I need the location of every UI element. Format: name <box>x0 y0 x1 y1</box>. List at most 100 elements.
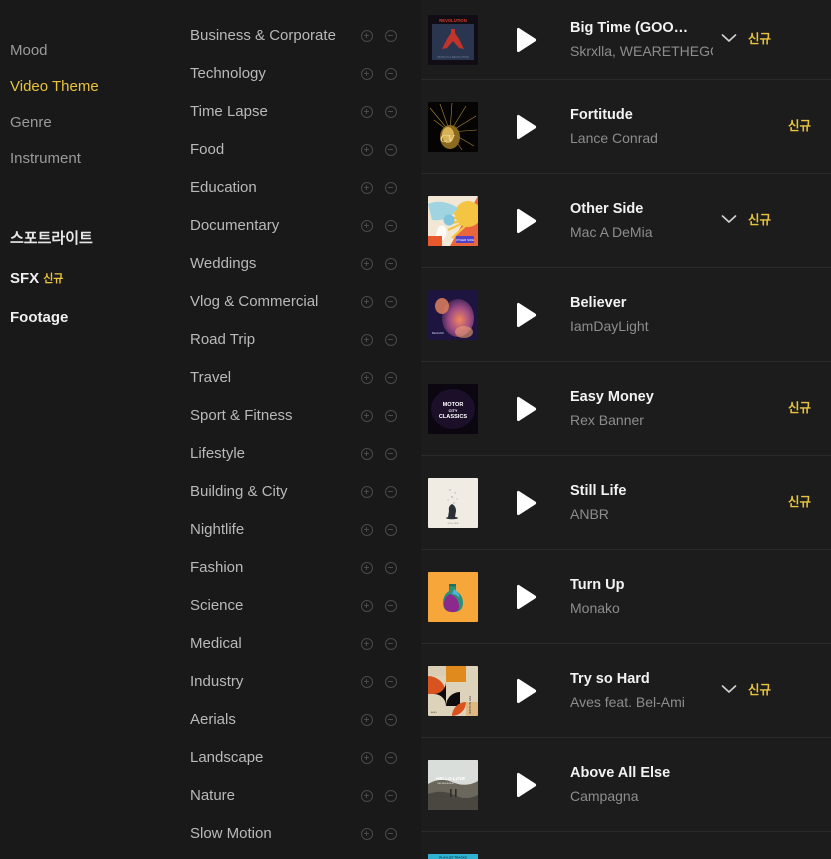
track-artist[interactable]: Skrxlla, WEARETHEGOOD <box>570 42 713 61</box>
track-title[interactable]: Other Side <box>570 200 713 219</box>
category-row[interactable]: Weddings <box>190 254 421 274</box>
track-title[interactable]: Fortitude <box>570 106 713 125</box>
track-title[interactable]: Easy Money <box>570 388 713 407</box>
plus-circle-icon[interactable] <box>361 486 373 498</box>
plus-circle-icon[interactable] <box>361 296 373 308</box>
category-row[interactable]: Aerials <box>190 710 421 730</box>
track-artist[interactable]: Rex Banner <box>570 411 713 430</box>
track-row[interactable]: STILL LIFE Still Life ANBR 신규 <box>421 456 831 550</box>
plus-circle-icon[interactable] <box>361 828 373 840</box>
track-row[interactable]: MOTOR CITY CLASSICS Easy Money Rex Banner 신규 <box>421 362 831 456</box>
minus-circle-icon[interactable] <box>385 752 397 764</box>
category-row[interactable]: Science <box>190 596 421 616</box>
track-title[interactable]: Believer <box>570 294 713 313</box>
track-row[interactable]: REVOLUTION MUSIC IS A REVOLUTION Big Time … <box>421 0 831 80</box>
plus-circle-icon[interactable] <box>361 106 373 118</box>
track-artist[interactable]: IamDayLight <box>570 317 713 336</box>
minus-circle-icon[interactable] <box>385 714 397 726</box>
play-icon[interactable] <box>506 671 546 711</box>
category-row[interactable]: Vlog & Commercial <box>190 292 421 312</box>
minus-circle-icon[interactable] <box>385 600 397 612</box>
category-row[interactable]: Road Trip <box>190 330 421 350</box>
category-row[interactable]: Time Lapse <box>190 102 421 122</box>
play-icon[interactable] <box>506 20 546 60</box>
sidebar-filter-genre[interactable]: Genre <box>10 114 180 132</box>
play-icon[interactable] <box>506 389 546 429</box>
chevron-down-icon[interactable] <box>719 209 739 229</box>
spotlight-item-footage[interactable]: Footage <box>10 309 180 327</box>
sidebar-filter-instrument[interactable]: Instrument <box>10 150 180 168</box>
plus-circle-icon[interactable] <box>361 68 373 80</box>
sidebar-filter-mood[interactable]: Mood <box>10 42 180 60</box>
minus-circle-icon[interactable] <box>385 258 397 270</box>
plus-circle-icon[interactable] <box>361 30 373 42</box>
minus-circle-icon[interactable] <box>385 524 397 536</box>
plus-circle-icon[interactable] <box>361 524 373 536</box>
track-artist[interactable]: Mac A DeMia <box>570 223 713 242</box>
minus-circle-icon[interactable] <box>385 68 397 80</box>
category-row[interactable]: Medical <box>190 634 421 654</box>
category-row[interactable]: Sport & Fitness <box>190 406 421 426</box>
category-row[interactable]: Documentary <box>190 216 421 236</box>
plus-circle-icon[interactable] <box>361 562 373 574</box>
category-row[interactable]: Slow Motion <box>190 824 421 844</box>
plus-circle-icon[interactable] <box>361 182 373 194</box>
category-row[interactable]: Nature <box>190 786 421 806</box>
minus-circle-icon[interactable] <box>385 220 397 232</box>
category-row[interactable]: Building & City <box>190 482 421 502</box>
track-title[interactable]: Still Life <box>570 482 713 501</box>
play-icon[interactable] <box>506 577 546 617</box>
play-icon[interactable] <box>506 765 546 805</box>
category-row[interactable]: Landscape <box>190 748 421 768</box>
track-title[interactable]: Above All Else <box>570 764 713 783</box>
minus-circle-icon[interactable] <box>385 448 397 460</box>
category-row[interactable]: Nightlife <box>190 520 421 540</box>
minus-circle-icon[interactable] <box>385 182 397 194</box>
track-row[interactable]: OTHER SIDE Other Side Mac A DeMia 신규 <box>421 174 831 268</box>
category-row[interactable]: Travel <box>190 368 421 388</box>
track-row[interactable]: Turn Up Monako 신규 <box>421 550 831 644</box>
sidebar-filter-video-theme[interactable]: Video Theme <box>10 78 180 96</box>
plus-circle-icon[interactable] <box>361 220 373 232</box>
track-row[interactable]: CV Fortitude Lance Conrad 신규 <box>421 80 831 174</box>
category-row[interactable]: Business & Corporate <box>190 26 421 46</box>
minus-circle-icon[interactable] <box>385 334 397 346</box>
plus-circle-icon[interactable] <box>361 372 373 384</box>
category-row[interactable]: Education <box>190 178 421 198</box>
category-row[interactable]: Fashion <box>190 558 421 578</box>
track-row[interactable]: HELLO LOVE THE NEW ALBUM Above All Else Cam… <box>421 738 831 832</box>
minus-circle-icon[interactable] <box>385 144 397 156</box>
category-row[interactable]: Lifestyle <box>190 444 421 464</box>
minus-circle-icon[interactable] <box>385 676 397 688</box>
plus-circle-icon[interactable] <box>361 448 373 460</box>
minus-circle-icon[interactable] <box>385 372 397 384</box>
plus-circle-icon[interactable] <box>361 334 373 346</box>
chevron-down-icon[interactable] <box>719 28 739 48</box>
track-title[interactable]: Big Time (GOO… <box>570 19 713 38</box>
play-icon[interactable] <box>506 483 546 523</box>
track-artist[interactable]: Aves feat. Bel-Ami <box>570 693 713 712</box>
track-row[interactable]: BELIEVER Believer IamDayLight 신규 <box>421 268 831 362</box>
plus-circle-icon[interactable] <box>361 144 373 156</box>
track-title[interactable]: Try so Hard <box>570 670 713 689</box>
track-artist[interactable]: Lance Conrad <box>570 129 713 148</box>
plus-circle-icon[interactable] <box>361 410 373 422</box>
plus-circle-icon[interactable] <box>361 676 373 688</box>
plus-circle-icon[interactable] <box>361 714 373 726</box>
minus-circle-icon[interactable] <box>385 638 397 650</box>
plus-circle-icon[interactable] <box>361 258 373 270</box>
track-row[interactable]: PLAYLIST TRACKS <box>421 832 831 859</box>
minus-circle-icon[interactable] <box>385 296 397 308</box>
plus-circle-icon[interactable] <box>361 752 373 764</box>
track-list-panel[interactable]: REVOLUTION MUSIC IS A REVOLUTION Big Time … <box>421 0 831 859</box>
minus-circle-icon[interactable] <box>385 562 397 574</box>
minus-circle-icon[interactable] <box>385 790 397 802</box>
track-artist[interactable]: ANBR <box>570 505 713 524</box>
chevron-down-icon[interactable] <box>719 679 739 699</box>
spotlight-item-sfx[interactable]: SFX 신규 <box>10 270 180 288</box>
track-artist[interactable]: Campagna <box>570 787 713 806</box>
play-icon[interactable] <box>506 295 546 335</box>
track-title[interactable]: Turn Up <box>570 576 713 595</box>
minus-circle-icon[interactable] <box>385 486 397 498</box>
category-row[interactable]: Food <box>190 140 421 160</box>
